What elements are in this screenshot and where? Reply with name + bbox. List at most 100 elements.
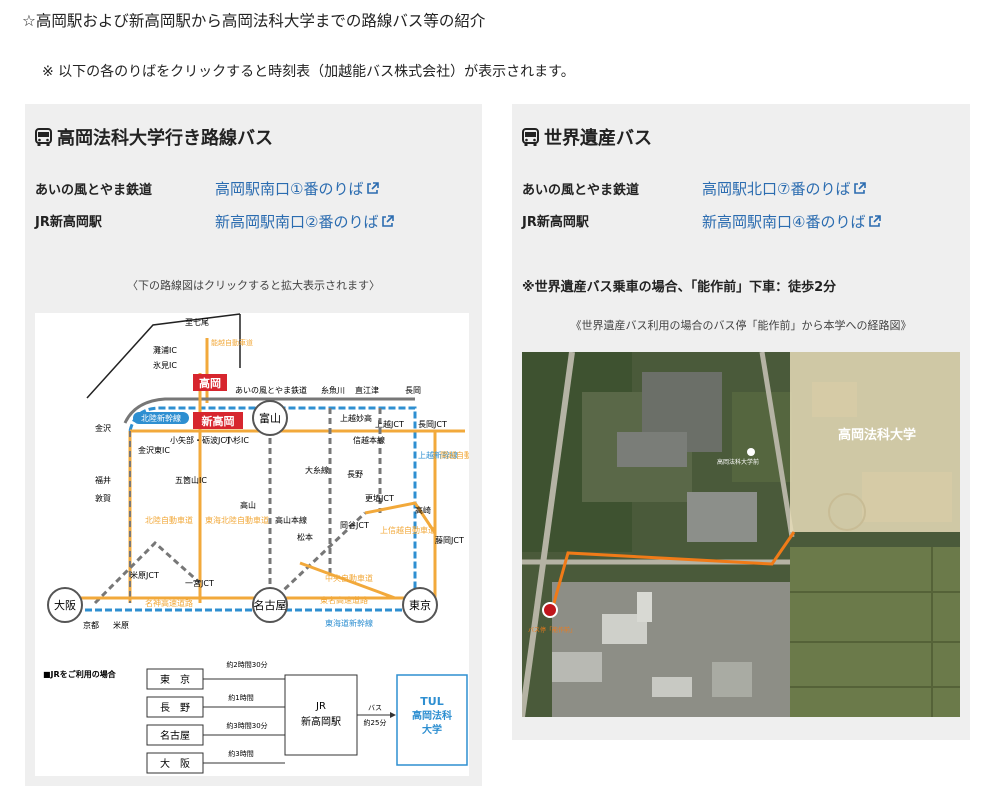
map-label: 高山本線 bbox=[275, 515, 307, 525]
origin-label: 名古屋 bbox=[160, 729, 190, 742]
page-note: ※ 以下の各のりばをクリックすると時刻表（加越能バス株式会社）が表示されます。 bbox=[42, 64, 575, 80]
map-label: 名神高速道路 bbox=[145, 598, 193, 608]
map-label: 名古屋 bbox=[254, 598, 287, 612]
external-link-icon bbox=[869, 215, 882, 227]
small-label: 高岡法科大学前 bbox=[717, 458, 759, 466]
map-label: 敦賀 bbox=[95, 493, 111, 503]
dest-line: 高岡法科 bbox=[412, 709, 452, 722]
map-label: 氷見IC bbox=[153, 360, 177, 370]
map-label: 大阪 bbox=[54, 598, 76, 612]
map-label: 上越妙高 bbox=[340, 413, 372, 423]
map-label: 福井 bbox=[95, 475, 111, 485]
map-label: 金沢東IC bbox=[138, 445, 170, 455]
map-label: 新高岡 bbox=[202, 414, 235, 428]
bus-icon bbox=[35, 127, 52, 146]
card-title-text: 世界遺産バス bbox=[544, 128, 652, 149]
map-label: 東海道新幹線 bbox=[325, 618, 373, 628]
hub-box bbox=[284, 674, 358, 756]
bus-time: 約25分 bbox=[364, 718, 387, 727]
map-label: 至七尾 bbox=[185, 318, 209, 327]
map-label: 小矢部・砺波JCT bbox=[170, 435, 231, 445]
route-map-caption: 〈下の路線図はクリックすると拡大表示されます〉 bbox=[127, 279, 380, 292]
origin-time: 約3時間30分 bbox=[226, 721, 267, 730]
building bbox=[637, 592, 652, 622]
origin-label: 東 京 bbox=[160, 673, 190, 686]
map-label: 高山 bbox=[240, 500, 256, 510]
card-title-text: 高岡法科大学行き路線バス bbox=[57, 128, 273, 149]
map-label: 長岡 bbox=[405, 386, 421, 395]
bus-stop-marker bbox=[542, 602, 558, 618]
map-label: 藤岡JCT bbox=[435, 535, 464, 545]
hub-label: JR bbox=[315, 701, 326, 712]
external-link-icon bbox=[382, 215, 395, 227]
jr-note: ■JRをご利用の場合 bbox=[43, 669, 117, 679]
world-heritage-bus-card: 世界遺産バス あいの風とやま鉄道 高岡駅北口⑦番のりば JR新高岡駅 新高岡駅南… bbox=[512, 104, 970, 740]
origin-boxes: 東 京 約2時間30分 長 野 約1時間 名古屋 約3時間30分 大 阪 約3時… bbox=[146, 660, 268, 774]
map-label: あいの風とやま鉄道 bbox=[235, 385, 307, 395]
building bbox=[712, 662, 752, 697]
origin-time: 約2時間30分 bbox=[226, 660, 267, 669]
link-text[interactable]: 高岡駅南口①番のりば bbox=[215, 178, 363, 199]
external-link-icon bbox=[367, 182, 380, 194]
building bbox=[652, 677, 692, 697]
map-label: 松本 bbox=[297, 532, 313, 542]
map-label: 金沢 bbox=[95, 423, 111, 433]
row-label-jr: JR新高岡駅 bbox=[35, 215, 102, 230]
map-label: 北陸自動車道 bbox=[145, 515, 193, 525]
map-label: 一宮JCT bbox=[185, 578, 214, 588]
map-label: 米原JCT bbox=[130, 570, 159, 580]
map-label: 上越JCT bbox=[375, 419, 404, 429]
map-label: 富山 bbox=[259, 411, 281, 425]
map-label: 五箇山IC bbox=[175, 475, 207, 485]
map-label: 糸魚川 bbox=[321, 385, 345, 395]
map-label: 信越本線 bbox=[353, 435, 385, 445]
route-bus-title: 高岡法科大学行き路線バス bbox=[35, 124, 273, 150]
campus-label: 高岡法科大学 bbox=[838, 427, 916, 443]
aerial-route-map: 高岡法科大学 高岡法科大学前 バス停「能作前」 bbox=[522, 352, 960, 717]
origin-time: 約1時間 bbox=[228, 693, 253, 702]
hub-label: 新高岡駅 bbox=[301, 715, 341, 728]
aerial-map-caption: 《世界遺産バス利用の場合のバス停「能作前」から本学への経路図》 bbox=[570, 319, 912, 332]
origin-time: 約3時間 bbox=[228, 749, 253, 758]
map-label: 高岡 bbox=[199, 376, 221, 390]
row-label-jr: JR新高岡駅 bbox=[522, 215, 589, 230]
map-label: 上信越自動車道 bbox=[380, 525, 436, 535]
map-label: 大糸線 bbox=[305, 465, 329, 475]
page-heading: ☆高岡駅および新高岡駅から高岡法科大学までの路線バス等の紹介 bbox=[22, 12, 486, 30]
external-link-icon bbox=[854, 182, 867, 194]
stop-label: バス停「能作前」 bbox=[528, 626, 576, 634]
link-takaoka-south-1[interactable]: 高岡駅南口①番のりば bbox=[215, 178, 380, 199]
row-label-ainokaze: あいの風とやま鉄道 bbox=[35, 183, 153, 198]
origin-label: 長 野 bbox=[160, 702, 190, 714]
route-map[interactable]: 能越自動車道 高岡 新高岡 北陸新幹線 富山 大阪 名古屋 東京 至七尾 灘浦I… bbox=[35, 313, 469, 776]
map-label: 能越自動車道 bbox=[211, 338, 253, 347]
map-label: 東京 bbox=[409, 598, 431, 612]
map-label: 米原 bbox=[113, 620, 129, 630]
map-label: 北陸新幹線 bbox=[141, 413, 181, 423]
map-label: 小杉IC bbox=[225, 435, 249, 445]
world-heritage-title: 世界遺産バス bbox=[522, 124, 652, 150]
map-label: 長野 bbox=[347, 470, 363, 479]
origin-label: 大 阪 bbox=[160, 757, 190, 770]
dest-line: TUL bbox=[420, 695, 443, 708]
bus-label: バス bbox=[368, 704, 382, 712]
link-shintakaoka-south-2[interactable]: 新高岡駅南口②番のりば bbox=[215, 211, 395, 232]
link-text[interactable]: 新高岡駅南口④番のりば bbox=[702, 211, 865, 232]
map-label: 東名高速道路 bbox=[320, 595, 368, 605]
map-label: 岡谷JCT bbox=[340, 521, 369, 530]
dest-line: 大学 bbox=[422, 723, 442, 736]
map-label: 直江津 bbox=[355, 385, 379, 395]
map-label: 灘浦IC bbox=[153, 345, 177, 355]
map-label: 更埴JCT bbox=[365, 493, 394, 503]
row-label-ainokaze: あいの風とやま鉄道 bbox=[522, 183, 640, 198]
map-label: 高崎 bbox=[415, 505, 431, 515]
link-text[interactable]: 高岡駅北口⑦番のりば bbox=[702, 178, 850, 199]
link-text[interactable]: 新高岡駅南口②番のりば bbox=[215, 211, 378, 232]
link-shintakaoka-south-4[interactable]: 新高岡駅南口④番のりば bbox=[702, 211, 882, 232]
route-bus-card: 高岡法科大学行き路線バス あいの風とやま鉄道 高岡駅南口①番のりば JR新高岡駅… bbox=[25, 104, 482, 786]
walking-note: ※世界遺産バス乗車の場合、「能作前」下車：徒歩2分 bbox=[522, 280, 837, 295]
link-takaoka-north-7[interactable]: 高岡駅北口⑦番のりば bbox=[702, 178, 867, 199]
building bbox=[552, 652, 602, 682]
bus-icon bbox=[522, 127, 539, 146]
campus-front-marker bbox=[747, 448, 755, 456]
